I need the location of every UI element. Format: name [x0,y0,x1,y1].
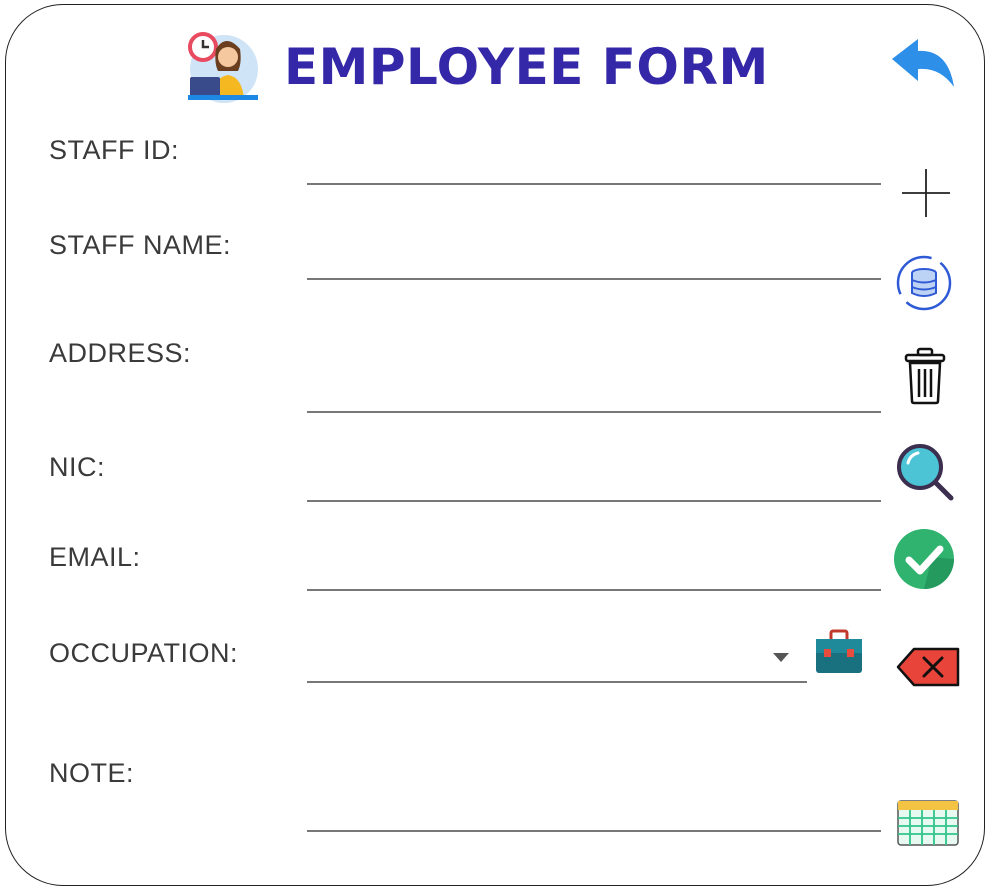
database-refresh-icon[interactable] [894,253,954,313]
briefcase-icon[interactable] [814,629,864,675]
staff-id-field[interactable] [307,151,881,185]
trash-icon[interactable] [902,347,948,407]
occupation-label: OCCUPATION: [49,638,239,668]
clear-backspace-icon[interactable] [894,645,962,689]
header: EMPLOYEE FORM [186,27,769,107]
email-field[interactable] [307,557,881,591]
address-label: ADDRESS: [49,338,192,368]
note-field[interactable] [307,798,881,832]
back-arrow-icon[interactable] [888,35,958,91]
table-grid-icon[interactable] [896,799,960,847]
address-field[interactable] [307,379,881,413]
search-icon[interactable] [894,441,956,503]
employee-form-window: EMPLOYEE FORM STAFF ID: STAFF NAME: ADDR… [5,4,985,886]
email-label: EMAIL: [49,542,141,572]
staff-name-field[interactable] [307,246,881,280]
page-title: EMPLOYEE FORM [284,38,769,96]
nic-field[interactable] [307,468,881,502]
staff-name-label: STAFF NAME: [49,230,232,260]
staff-id-label: STAFF ID: [49,135,179,165]
checkmark-icon[interactable] [892,527,956,591]
add-icon[interactable] [898,165,954,221]
nic-label: NIC: [49,452,105,482]
note-label: NOTE: [49,758,135,788]
chevron-down-icon[interactable] [773,653,789,662]
employee-avatar-icon [188,32,258,103]
occupation-select[interactable] [307,647,807,683]
